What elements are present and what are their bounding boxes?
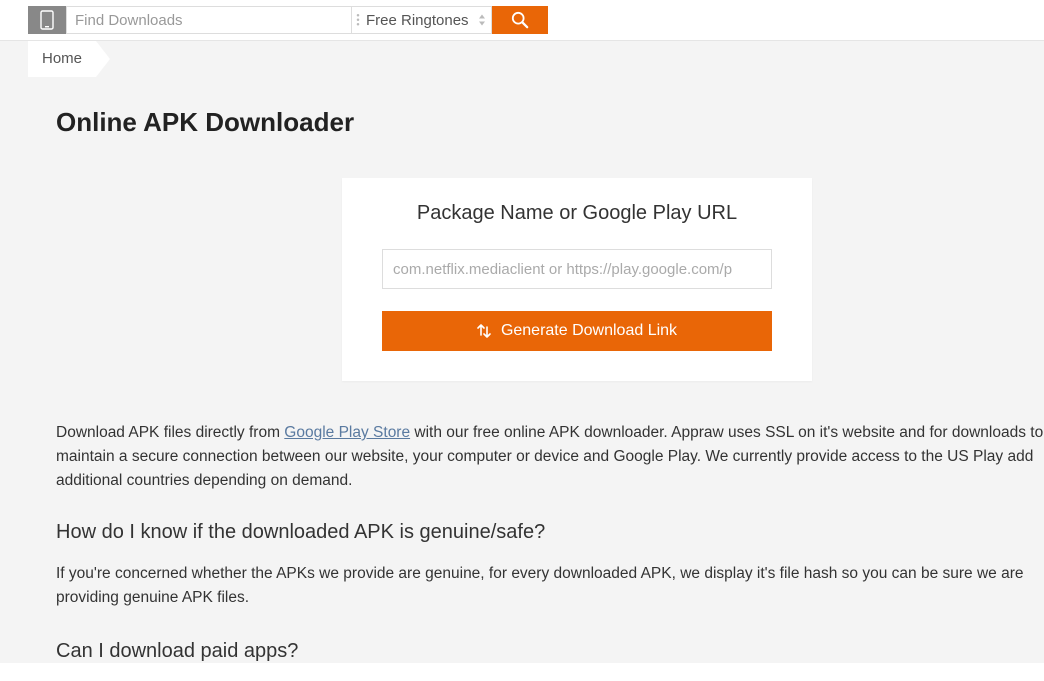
desc-before: Download APK files directly from <box>56 424 284 441</box>
generate-label: Generate Download Link <box>501 322 677 340</box>
card-title: Package Name or Google Play URL <box>382 202 772 225</box>
downloader-card: Package Name or Google Play URL Generate… <box>342 178 812 381</box>
search-icon <box>511 11 529 29</box>
play-store-link[interactable]: Google Play Store <box>284 424 410 441</box>
page-body: Home Online APK Downloader Package Name … <box>0 40 1044 663</box>
category-select[interactable]: Free Ringtones <box>352 6 492 34</box>
search-input[interactable] <box>66 6 352 34</box>
paragraph-genuine: If you're concerned whether the APKs we … <box>56 562 1044 610</box>
chevron-updown-icon <box>479 15 485 26</box>
transfer-icon <box>477 323 491 339</box>
package-url-input[interactable] <box>382 249 772 289</box>
phone-icon <box>28 6 66 34</box>
generate-button[interactable]: Generate Download Link <box>382 311 772 351</box>
main-content: Online APK Downloader Package Name or Go… <box>0 77 1044 663</box>
description: Download APK files directly from Google … <box>56 421 1044 493</box>
search-button[interactable] <box>492 6 548 34</box>
page-title: Online APK Downloader <box>56 107 1044 138</box>
heading-genuine: How do I know if the downloaded APK is g… <box>56 521 1044 544</box>
category-label: Free Ringtones <box>366 12 469 29</box>
top-search-bar: Free Ringtones <box>0 0 1044 40</box>
heading-paid: Can I download paid apps? <box>56 640 1044 663</box>
breadcrumb-home[interactable]: Home <box>28 41 96 77</box>
